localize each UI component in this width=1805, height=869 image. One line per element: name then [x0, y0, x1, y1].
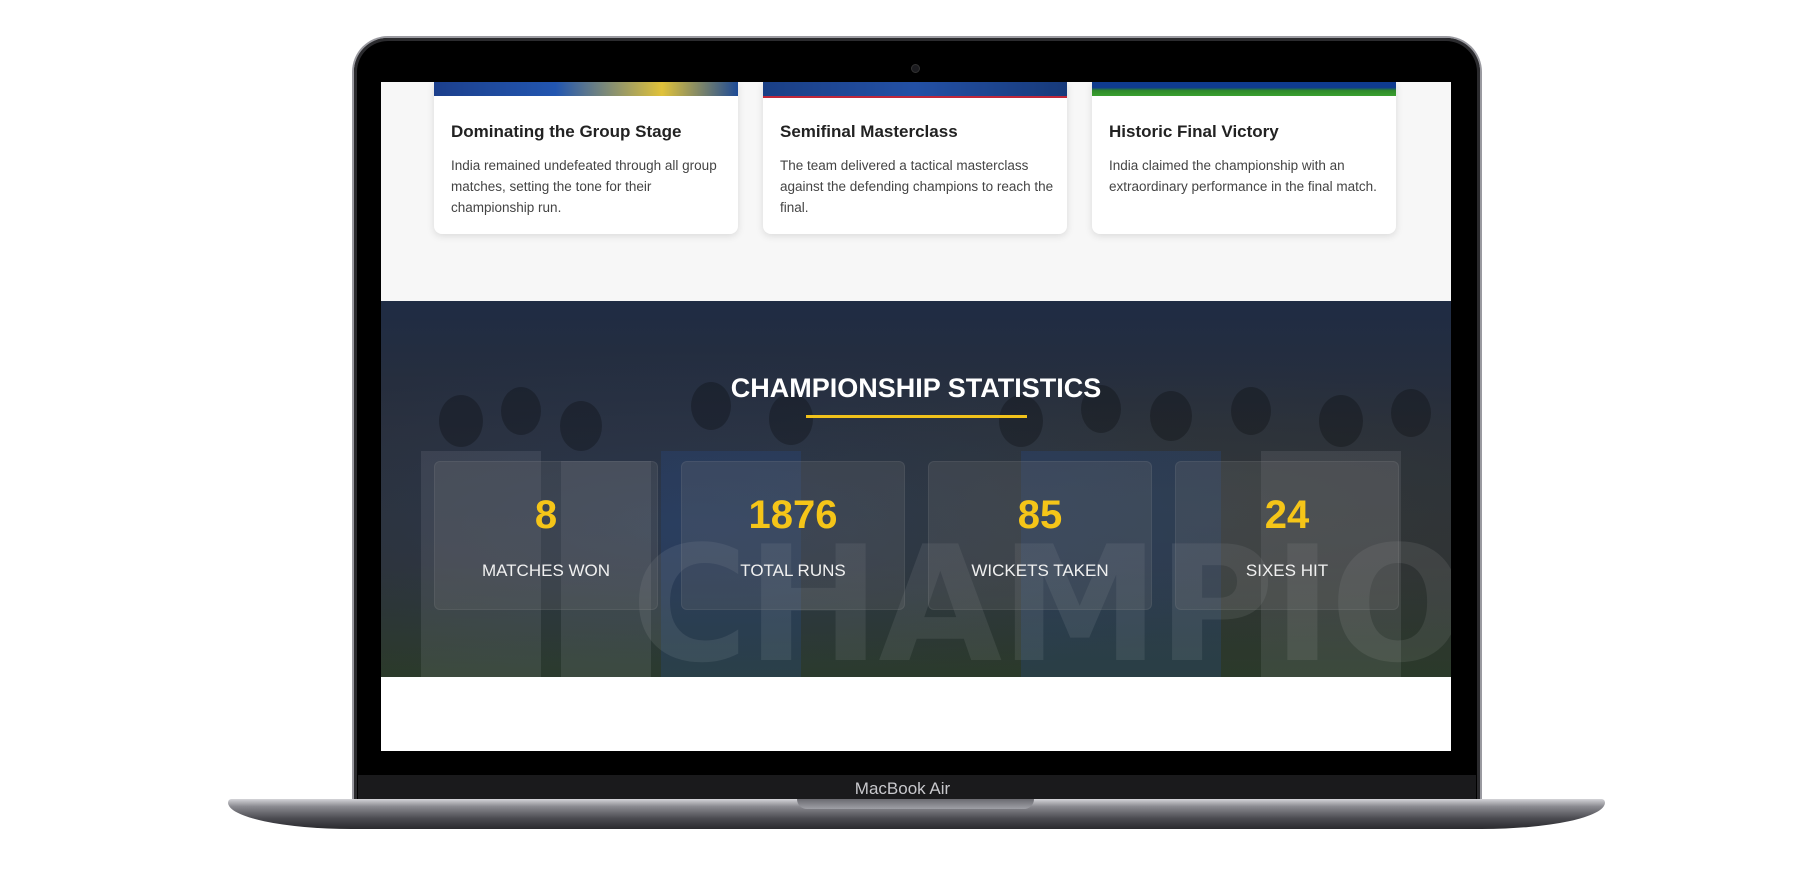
card-image: [763, 82, 1067, 98]
card-text: The team delivered a tactical masterclas…: [780, 158, 1054, 215]
camera-icon: [911, 64, 920, 73]
stat-label: WICKETS TAKEN: [971, 561, 1109, 580]
highlight-card[interactable]: Historic Final Victory India claimed the…: [1092, 82, 1396, 234]
section-title: CHAMPIONSHIP STATISTICS: [730, 373, 1102, 403]
stat-label: MATCHES WON: [481, 561, 611, 580]
highlight-card[interactable]: Semifinal Masterclass The team delivered…: [763, 82, 1067, 234]
highlights-section: Dominating the Group Stage India remaine…: [381, 82, 1451, 301]
stat-label: TOTAL RUNS: [740, 561, 846, 580]
card-title: Historic Final Victory: [1109, 122, 1279, 141]
stat-value: 85: [1017, 493, 1063, 537]
laptop-notch: [797, 799, 1034, 809]
card-title: Semifinal Masterclass: [780, 122, 958, 141]
card-text: India claimed the championship with an e…: [1109, 158, 1377, 194]
statistics-section: CHAMPIONS CHAMPIONSHIP STATISTICS 8 MATC…: [381, 301, 1451, 677]
stat-value: 24: [1264, 493, 1310, 537]
stat-card-runs: 1876 TOTAL RUNS: [681, 461, 905, 610]
title-underline: [806, 415, 1027, 418]
browser-viewport: Dominating the Group Stage India remaine…: [381, 82, 1451, 751]
stat-value: 1876: [748, 493, 838, 537]
stat-card-sixes: 24 SIXES HIT: [1175, 461, 1399, 610]
card-image: [1092, 82, 1396, 96]
stat-label: SIXES HIT: [1245, 561, 1329, 580]
card-text: India remained undefeated through all gr…: [451, 158, 717, 215]
device-model-label: MacBook Air: [854, 779, 951, 798]
stat-card-wickets: 85 WICKETS TAKEN: [928, 461, 1152, 610]
card-image: [434, 82, 738, 96]
stat-value: 8: [534, 493, 558, 537]
card-title: Dominating the Group Stage: [451, 122, 682, 141]
highlight-card[interactable]: Dominating the Group Stage India remaine…: [434, 82, 738, 234]
stat-card-matches: 8 MATCHES WON: [434, 461, 658, 610]
